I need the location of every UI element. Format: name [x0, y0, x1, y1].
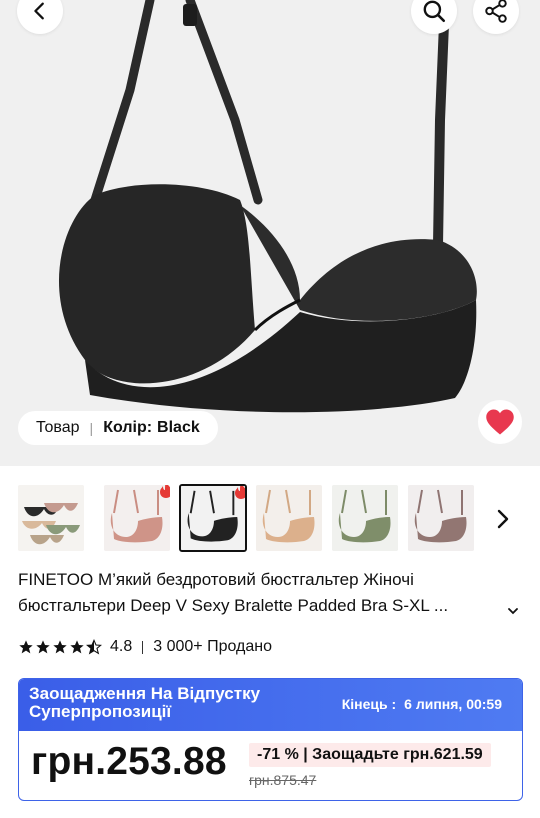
- star-icon: [70, 640, 84, 654]
- promo-title: Заощадження На Відпустку Суперпропозиції: [29, 685, 309, 721]
- half-star-icon: [86, 639, 102, 655]
- promo-body: грн.253.88 -71 % | Заощадьте грн.621.59 …: [19, 731, 522, 800]
- discount-badge: -71 % | Заощадьте грн.621.59: [249, 743, 491, 767]
- favorite-button[interactable]: [478, 400, 522, 444]
- promo-end-label: Кінець :: [341, 696, 397, 712]
- color-value: Black: [157, 419, 200, 436]
- product-title-line2: бюстгальтери Deep V Sexy Bralette Padded…: [18, 596, 449, 615]
- thumbnail-image: [408, 485, 474, 551]
- color-label: Колір:: [103, 419, 153, 436]
- thumbnail-image: [332, 485, 398, 551]
- rating-row[interactable]: 4.8 3 000+ Продано: [18, 636, 272, 658]
- current-price: грн.253.88: [31, 740, 227, 783]
- variant-selector[interactable]: Товар | Колір: Black: [18, 411, 218, 445]
- thumbnail-assorted[interactable]: [18, 485, 84, 551]
- star-icon: [53, 640, 67, 654]
- promo-header: Заощадження На Відпустку Суперпропозиції…: [19, 679, 522, 731]
- thumbnail-green[interactable]: [332, 485, 398, 551]
- thumbnail-black[interactable]: [179, 484, 247, 552]
- hot-flame-icon: [160, 485, 170, 498]
- product-title[interactable]: FINETOO М’який бездротовий бюстгальтер Ж…: [18, 567, 523, 619]
- hot-flame-icon: [235, 486, 245, 499]
- thumbnail-strip: [0, 480, 540, 554]
- bralette-photo: [58, 0, 477, 413]
- thumbnail-image: [256, 485, 322, 551]
- thumbnail-mauve[interactable]: [408, 485, 474, 551]
- variant-divider: |: [89, 420, 94, 436]
- chevron-left-icon: [34, 2, 44, 20]
- old-price: грн.875.47: [249, 772, 317, 788]
- promo-title-line1: Заощадження На Відпустку: [29, 684, 261, 703]
- rating-stars: [18, 639, 102, 655]
- product-title-line1: FINETOO М’який бездротовий бюстгальтер Ж…: [18, 570, 414, 589]
- product-image[interactable]: [0, 0, 540, 466]
- share-icon: [485, 0, 507, 23]
- thumbnail-image: [18, 485, 84, 551]
- thumbnail-pink[interactable]: [104, 485, 170, 551]
- heart-icon: [486, 409, 514, 435]
- rating-divider: [142, 640, 144, 654]
- chevron-down-icon[interactable]: [507, 606, 519, 616]
- promo-end-date: 6 липня, 00:59: [404, 696, 502, 712]
- rating-score: 4.8: [110, 638, 133, 655]
- thumbnails-next-button[interactable]: [490, 504, 516, 534]
- chevron-right-icon: [497, 509, 509, 529]
- thumbnail-beige[interactable]: [256, 485, 322, 551]
- promo-card[interactable]: Заощадження На Відпустку Суперпропозиції…: [18, 678, 523, 801]
- sold-count: 3 000+ Продано: [153, 638, 272, 655]
- star-icon: [19, 640, 33, 654]
- search-icon: [423, 0, 446, 23]
- star-icon: [36, 640, 50, 654]
- promo-title-line2: Суперпропозиції: [29, 702, 172, 721]
- variant-label: Товар: [36, 419, 80, 436]
- promo-countdown: Кінець : 6 липня, 00:59: [342, 696, 502, 712]
